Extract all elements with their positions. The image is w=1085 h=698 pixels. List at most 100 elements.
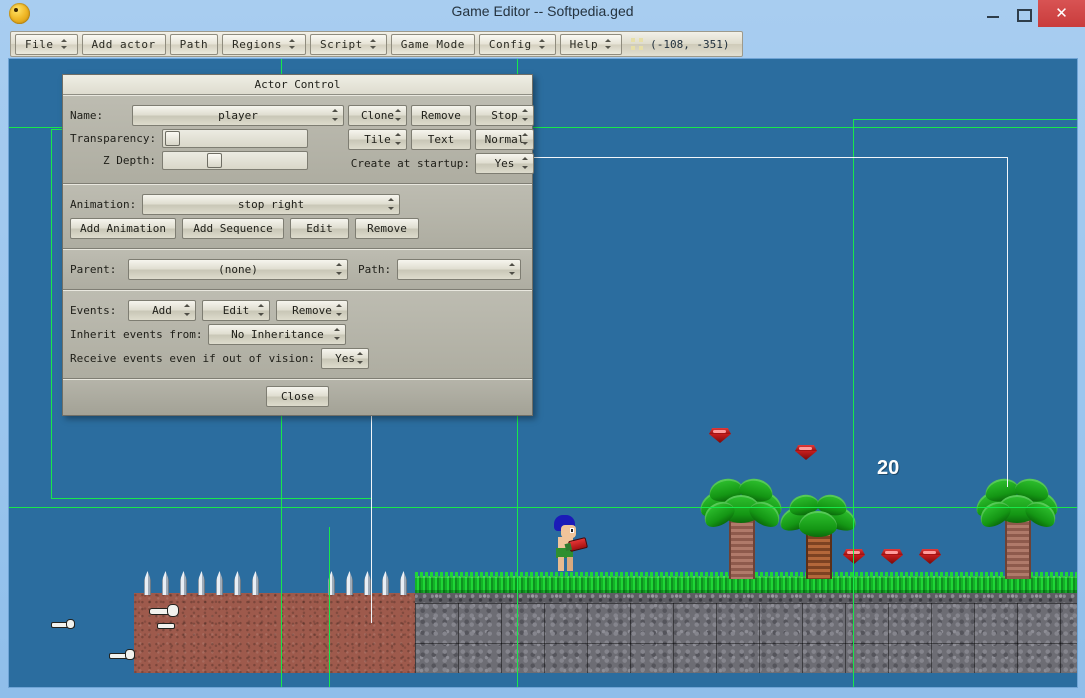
inherit-select[interactable]: No Inheritance — [208, 324, 347, 345]
menu-add-actor[interactable]: Add actor — [81, 33, 166, 55]
slider-knob[interactable] — [207, 153, 222, 168]
gem-pickup — [919, 549, 941, 564]
gem-pickup — [795, 445, 817, 460]
edit-animation-button[interactable]: Edit — [290, 218, 349, 239]
player-actor[interactable] — [553, 515, 589, 571]
add-sequence-label: Add Sequence — [193, 222, 273, 235]
parent-select[interactable]: (none) — [128, 259, 348, 280]
region-outline-line — [51, 498, 371, 499]
dialog-title: Actor Control — [63, 75, 532, 95]
chevron-updown-icon — [605, 38, 612, 50]
close-button[interactable]: ✕ — [1038, 0, 1085, 27]
menu-help[interactable]: Help — [559, 33, 623, 55]
bone-decal — [149, 604, 179, 617]
dialog-section-events: Events: Add Edit Remove Inherit events f… — [63, 290, 532, 379]
title-bar: Game Editor -- Softpedia.ged ✕ — [0, 0, 1085, 27]
game-editor-window: Game Editor -- Softpedia.ged ✕ File Add … — [0, 0, 1085, 698]
events-add-button[interactable]: Add — [128, 300, 196, 321]
add-animation-label: Add Animation — [79, 222, 167, 235]
bone-decal — [51, 619, 75, 629]
chevron-updown-icon — [332, 109, 339, 121]
chevron-updown-icon — [334, 328, 341, 340]
inherit-label: Inherit events from: — [70, 328, 203, 341]
animation-select[interactable]: stop right — [142, 194, 400, 215]
tile-button[interactable]: Tile — [348, 129, 407, 150]
remove-actor-button[interactable]: Remove — [411, 105, 471, 126]
chevron-updown-icon — [509, 263, 516, 275]
close-dialog-button[interactable]: Close — [266, 386, 329, 407]
palm-tree — [971, 447, 1063, 579]
minimize-button[interactable] — [978, 0, 1008, 27]
chevron-updown-icon — [357, 352, 364, 364]
grid-line-horizontal — [9, 507, 1077, 508]
menu-path[interactable]: Path — [169, 33, 219, 55]
maximize-icon — [1017, 9, 1032, 22]
menu-script[interactable]: Script — [309, 33, 387, 55]
grid-line-vertical — [853, 119, 854, 687]
chevron-updown-icon — [336, 304, 343, 316]
chevron-updown-icon — [336, 263, 343, 275]
stop-label: Stop — [491, 109, 518, 122]
gem-pickup — [881, 549, 903, 564]
zdepth-slider[interactable] — [162, 151, 308, 170]
bone-decal — [109, 649, 135, 660]
dialog-section-animation: Animation: stop right Add Animation Add … — [63, 184, 532, 249]
transparency-slider[interactable] — [162, 129, 308, 148]
events-remove-label: Remove — [292, 304, 332, 317]
menu-config[interactable]: Config — [478, 33, 556, 55]
stop-button[interactable]: Stop — [475, 105, 534, 126]
parent-label: Parent: — [70, 263, 117, 276]
name-label: Name: — [70, 109, 104, 122]
text-button[interactable]: Text — [411, 129, 471, 150]
menu-file[interactable]: File — [15, 33, 78, 55]
parent-value: (none) — [218, 263, 258, 276]
maximize-button[interactable] — [1008, 0, 1038, 27]
close-dialog-label: Close — [280, 390, 315, 403]
edit-label: Edit — [306, 222, 333, 235]
create-startup-value: Yes — [494, 157, 515, 170]
transparency-label: Transparency: — [70, 132, 157, 145]
chevron-updown-icon — [538, 38, 546, 50]
stone-blocks — [415, 603, 1077, 673]
dialog-section-properties: Name: player Transparency: Z Depth: Clon… — [63, 95, 534, 184]
chevron-updown-icon — [395, 109, 402, 121]
chevron-updown-icon — [184, 304, 191, 316]
events-edit-button[interactable]: Edit — [202, 300, 270, 321]
chevron-updown-icon — [258, 304, 265, 316]
normal-button[interactable]: Normal — [475, 129, 534, 150]
menu-path-label: Path — [179, 37, 209, 51]
receive-events-select[interactable]: Yes — [321, 348, 370, 369]
chevron-updown-icon — [395, 133, 402, 145]
animation-value: stop right — [237, 198, 305, 211]
events-remove-button[interactable]: Remove — [276, 300, 348, 321]
add-sequence-button[interactable]: Add Sequence — [182, 218, 284, 239]
gem-pickup — [709, 428, 731, 443]
player-leg-right — [567, 557, 573, 571]
chevron-updown-icon — [522, 109, 529, 121]
receive-events-label: Receive events even if out of vision: — [70, 352, 316, 365]
name-select[interactable]: player — [132, 105, 344, 126]
menu-game-mode[interactable]: Game Mode — [390, 33, 475, 55]
clone-button[interactable]: Clone — [348, 105, 407, 126]
chevron-updown-icon — [522, 133, 529, 145]
palm-tree — [695, 449, 787, 579]
slider-knob[interactable] — [165, 131, 180, 146]
remove-animation-button[interactable]: Remove — [355, 218, 419, 239]
selection-outline-line — [1007, 157, 1008, 487]
create-startup-label: Create at startup: — [350, 157, 470, 170]
path-select[interactable] — [397, 259, 522, 280]
menu-regions[interactable]: Regions — [222, 33, 306, 55]
normal-label: Normal — [484, 133, 525, 146]
inherit-value: No Inheritance — [231, 328, 324, 341]
add-animation-button[interactable]: Add Animation — [70, 218, 176, 239]
chevron-updown-icon — [288, 38, 296, 50]
coordinate-readout: (-108, -351) — [627, 35, 739, 54]
grid-line-vertical — [329, 527, 330, 687]
chevron-updown-icon — [388, 198, 395, 210]
palm-fronds — [776, 492, 860, 543]
create-startup-select[interactable]: Yes — [475, 153, 534, 174]
dialog-section-parent: Parent: (none) Path: — [63, 249, 532, 290]
player-eye — [570, 528, 574, 533]
palm-fronds — [695, 475, 787, 532]
menu-game-mode-label: Game Mode — [400, 37, 465, 51]
